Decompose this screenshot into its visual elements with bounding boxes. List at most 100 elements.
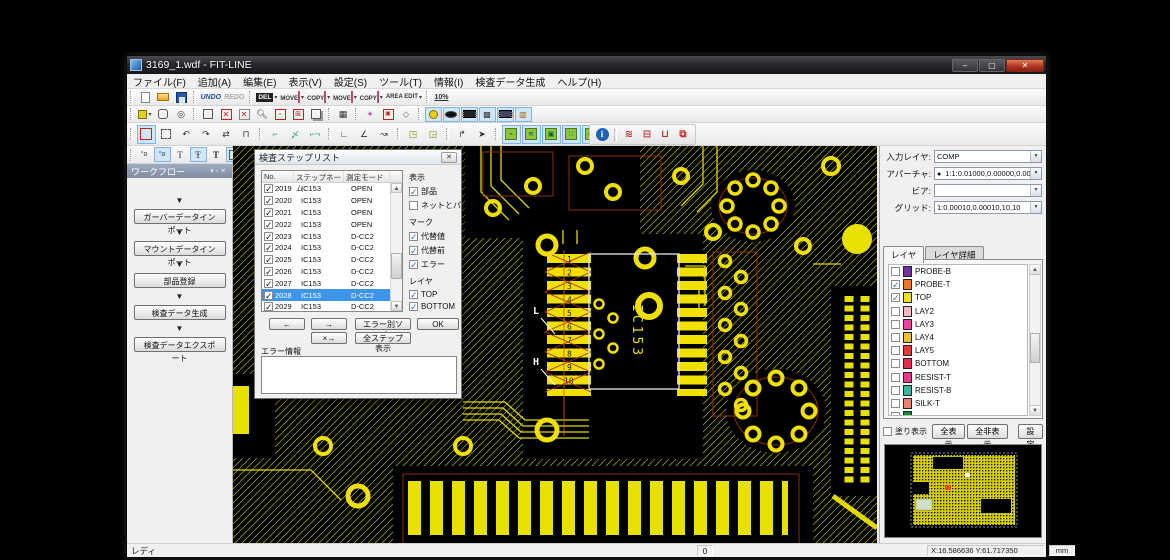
layer-row[interactable]: PROBE-B: [889, 265, 1027, 278]
menu-item[interactable]: 追加(A): [192, 74, 237, 89]
rounded-rect-tool[interactable]: [155, 107, 172, 122]
checkbox[interactable]: [409, 302, 418, 311]
layer-settings-button[interactable]: 設定: [1018, 424, 1043, 439]
workflow-step-button[interactable]: マウントデータインポート: [134, 241, 226, 256]
trace-copy-tool[interactable]: ⧉: [675, 127, 692, 142]
trace-box-tool[interactable]: ⊔: [657, 127, 674, 142]
step-row[interactable]: 2020 IC153 OPEN: [262, 195, 402, 207]
step-row[interactable]: 2027 IC153 D-CC2: [262, 277, 402, 289]
zigzag-tool[interactable]: 〆: [286, 125, 305, 144]
layer-visibility-checkbox[interactable]: [891, 359, 900, 368]
copy-grid-dropdown[interactable]: COPY▾: [359, 90, 384, 105]
mark-option[interactable]: 代替値: [409, 231, 461, 242]
checkbox[interactable]: [409, 290, 418, 299]
chevron-down-icon[interactable]: ▼: [1030, 151, 1041, 162]
close-button[interactable]: [1006, 59, 1044, 72]
prev-step-button[interactable]: ←: [269, 318, 305, 330]
tab-layers[interactable]: レイヤ: [883, 246, 924, 263]
step-list-scrollbar[interactable]: ▲ ▼: [390, 183, 402, 311]
zoom-level-button[interactable]: 10%: [433, 90, 450, 105]
layer-list[interactable]: PROBE-B PROBE-T TOP: [888, 264, 1028, 416]
board-overview[interactable]: [884, 444, 1042, 538]
ok-button[interactable]: OK: [417, 318, 459, 330]
filter-option[interactable]: ネットとパッド: [409, 200, 461, 211]
pad-group-tool[interactable]: [308, 107, 325, 122]
route-check-tool[interactable]: ⌁: [502, 125, 521, 144]
layer-row[interactable]: SILK-T: [889, 397, 1027, 410]
step-checkbox[interactable]: [264, 255, 273, 264]
step-row[interactable]: 2029 IC153 D-CC2: [262, 301, 402, 311]
step-checkbox[interactable]: [264, 196, 273, 205]
pointer-tool[interactable]: ➤: [473, 125, 492, 144]
workflow-step-button[interactable]: ガーバーデータインポート: [134, 209, 226, 224]
scroll-thumb[interactable]: [391, 253, 402, 279]
menu-item[interactable]: 表示(V): [282, 74, 327, 89]
next-step-button[interactable]: →: [311, 318, 347, 330]
dialog-title-bar[interactable]: 検査ステップリスト: [255, 150, 461, 165]
step-row[interactable]: 2022 IC153 OPEN: [262, 218, 402, 230]
ic-part-button[interactable]: [497, 107, 514, 122]
scroll-thumb[interactable]: [1030, 333, 1040, 363]
mark-option[interactable]: 代替前: [409, 245, 461, 256]
trace-line-tool[interactable]: ⊟: [639, 127, 656, 142]
layer-visibility-checkbox[interactable]: [891, 412, 900, 416]
layer-color-dropdown[interactable]: ▾: [137, 107, 154, 122]
mark-option[interactable]: エラー: [409, 259, 461, 270]
layer-visibility-checkbox[interactable]: [891, 386, 900, 395]
step-checkbox[interactable]: [264, 232, 273, 241]
field-dropdown[interactable]: 1:1:0.01000,0.00000,0.00000 ▼: [934, 167, 1042, 180]
step-row[interactable]: 2028 IC153 D-CC2: [262, 289, 402, 301]
undo-button[interactable]: UNDO: [200, 90, 223, 105]
shape-tool[interactable]: ⬦: [398, 107, 415, 122]
step-row[interactable]: 2021 IC153 OPEN: [262, 207, 402, 219]
layer-row[interactable]: TOP: [889, 291, 1027, 304]
copy-dropdown[interactable]: COPY▾: [306, 90, 331, 105]
layer-option[interactable]: TOP: [409, 290, 461, 299]
layer-visibility-checkbox[interactable]: [891, 280, 900, 289]
dialog-close-button[interactable]: [441, 152, 457, 163]
step-checkbox[interactable]: [264, 291, 273, 300]
layer-row[interactable]: LAY3: [889, 318, 1027, 331]
trace-wave-tool[interactable]: ≋: [621, 127, 638, 142]
move-dropdown[interactable]: MOVE▾: [279, 90, 305, 105]
save-button[interactable]: [173, 90, 190, 105]
rect-select-tool[interactable]: [137, 125, 156, 144]
layer-visibility-checkbox[interactable]: [891, 373, 900, 382]
layer-row[interactable]: RESIST-B: [889, 384, 1027, 397]
scroll-up-icon[interactable]: ▲: [391, 183, 402, 193]
step-row[interactable]: 2025 IC153 D-CC2: [262, 254, 402, 266]
filter-option[interactable]: 部品: [409, 186, 461, 197]
layer-visibility-checkbox[interactable]: [891, 293, 900, 302]
pad-add-tool[interactable]: ▫: [272, 107, 289, 122]
layer-visibility-checkbox[interactable]: [891, 320, 900, 329]
text-bold-tool[interactable]: T: [208, 147, 225, 162]
dip-part-button[interactable]: [461, 107, 478, 122]
select-box-tool[interactable]: [200, 107, 217, 122]
scroll-down-icon[interactable]: ▼: [391, 301, 402, 311]
plane-check-tool[interactable]: ▣: [542, 125, 561, 144]
rotate-right-tool[interactable]: ↷: [197, 125, 216, 144]
menu-item[interactable]: 情報(I): [428, 74, 469, 89]
chevron-down-icon[interactable]: ▼: [1030, 202, 1041, 213]
grid-check-tool[interactable]: ∷: [562, 125, 581, 144]
chevron-down-icon[interactable]: ▼: [1030, 185, 1041, 196]
layer-row[interactable]: LAY4: [889, 331, 1027, 344]
array-part-button[interactable]: ▩: [479, 107, 496, 122]
rotate-left-tool[interactable]: ↶: [177, 125, 196, 144]
steps-tool[interactable]: ⌐¬: [306, 125, 325, 144]
workflow-step-button[interactable]: 部品登録: [134, 273, 226, 288]
step-list[interactable]: No. ステップネーム 測定モード 2019 IC153 OPEN 2020: [261, 170, 403, 312]
mirror-tool[interactable]: ⇄: [217, 125, 236, 144]
wave-check-tool[interactable]: ≋: [522, 125, 541, 144]
checkbox[interactable]: [409, 187, 418, 196]
pad-small-tool[interactable]: °o: [136, 147, 153, 162]
new-file-button[interactable]: [137, 90, 154, 105]
layer-row[interactable]: LAY2: [889, 305, 1027, 318]
step-checkbox[interactable]: [264, 279, 273, 288]
checkbox[interactable]: [883, 427, 892, 436]
circle-tool[interactable]: ◎: [173, 107, 190, 122]
panel-header-icons[interactable]: ▾▫✕: [210, 167, 228, 175]
pad-large-tool[interactable]: °o: [154, 147, 171, 162]
info-button[interactable]: i: [594, 127, 611, 142]
menu-item[interactable]: ヘルプ(H): [551, 74, 607, 89]
